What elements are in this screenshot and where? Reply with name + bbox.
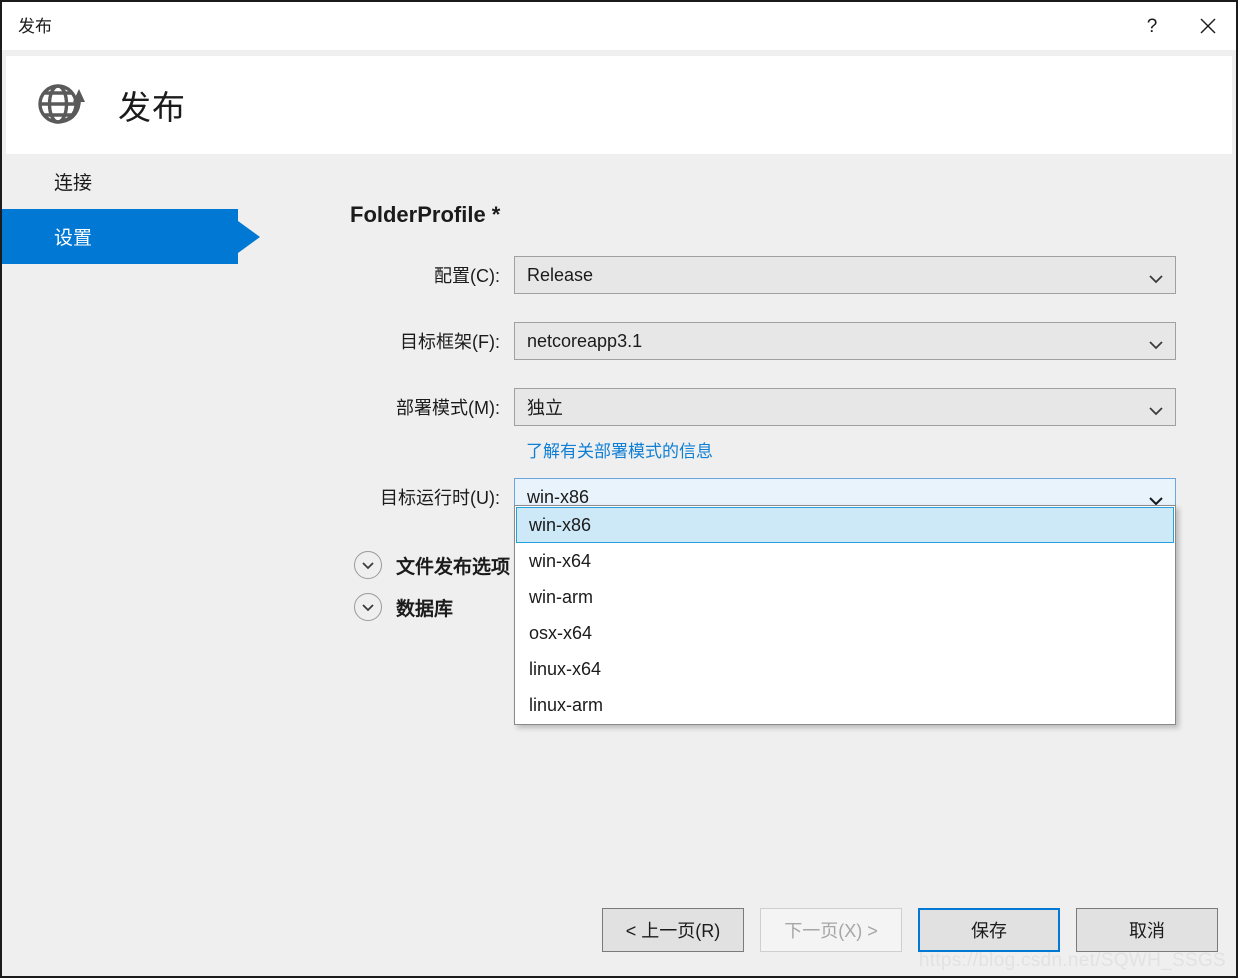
dialog-footer: < 上一页(R) 下一页(X) > 保存 取消 — [602, 908, 1218, 952]
page-title: 发布 — [118, 89, 186, 126]
chevron-down-icon — [1149, 337, 1163, 355]
watermark: https://blog.csdn.net/SQWH_SSGS — [918, 950, 1226, 971]
chevron-down-circle-icon — [354, 593, 382, 621]
database-label: 数据库 — [396, 598, 454, 620]
dropdown-option-linux-x64[interactable]: linux-x64 — [516, 651, 1174, 687]
sidebar-item-label: 设置 — [54, 228, 93, 249]
title-bar: 发布 ? — [2, 2, 1236, 50]
deployment-mode-link-row: 了解有关部署模式的信息 — [514, 436, 1236, 462]
deployment-mode-combobox[interactable]: 独立 — [514, 388, 1176, 426]
window-title: 发布 — [18, 16, 52, 36]
target-runtime-dropdown-list[interactable]: win-x86 win-x64 win-arm osx-x64 linux-x6… — [514, 505, 1176, 725]
dialog-body: 连接 设置 FolderProfile * 配置(C): Release 目标框… — [2, 154, 1236, 976]
profile-name: FolderProfile * — [350, 202, 501, 227]
target-framework-combobox[interactable]: netcoreapp3.1 — [514, 322, 1176, 360]
cancel-button[interactable]: 取消 — [1076, 908, 1218, 952]
dropdown-option-win-x64[interactable]: win-x64 — [516, 543, 1174, 579]
configuration-combobox[interactable]: Release — [514, 256, 1176, 294]
publish-globe-icon — [32, 76, 90, 134]
dropdown-option-linux-arm[interactable]: linux-arm — [516, 687, 1174, 723]
target-framework-row: 目标框架(F): netcoreapp3.1 — [350, 322, 1236, 360]
configuration-label: 配置(C): — [434, 266, 500, 286]
settings-panel: FolderProfile * 配置(C): Release 目标框架(F): — [350, 154, 1236, 725]
settings-form: 配置(C): Release 目标框架(F): netcoreapp3.1 部署… — [350, 256, 1236, 725]
sidebar-item-settings[interactable]: 设置 — [2, 209, 260, 264]
save-button[interactable]: 保存 — [918, 908, 1060, 952]
close-icon — [1199, 17, 1217, 35]
close-button[interactable] — [1180, 2, 1236, 50]
dropdown-option-win-arm[interactable]: win-arm — [516, 579, 1174, 615]
deployment-mode-label: 部署模式(M): — [396, 398, 500, 418]
chevron-down-icon — [1149, 271, 1163, 289]
chevron-down-icon — [1149, 403, 1163, 421]
deployment-mode-value: 独立 — [527, 398, 563, 418]
target-framework-value: netcoreapp3.1 — [527, 330, 643, 351]
publish-dialog: 发布 ? 发布 连接 设置 FolderProfile * 配置(C): Rel… — [0, 0, 1238, 978]
configuration-row: 配置(C): Release — [350, 256, 1236, 294]
sidebar-item-connection[interactable]: 连接 — [2, 154, 302, 209]
target-framework-label: 目标框架(F): — [400, 332, 500, 352]
target-runtime-label: 目标运行时(U): — [380, 488, 500, 508]
previous-button[interactable]: < 上一页(R) — [602, 908, 744, 952]
file-publish-options-label: 文件发布选项 — [396, 556, 511, 578]
chevron-down-circle-icon — [354, 551, 382, 579]
deployment-mode-row: 部署模式(M): 独立 — [350, 388, 1236, 426]
dialog-header: 发布 — [6, 56, 1232, 154]
configuration-value: Release — [527, 264, 594, 285]
deployment-mode-learn-more-link[interactable]: 了解有关部署模式的信息 — [526, 437, 713, 462]
help-button[interactable]: ? — [1124, 2, 1180, 50]
sidebar-item-label: 连接 — [54, 173, 93, 194]
dropdown-option-osx-x64[interactable]: osx-x64 — [516, 615, 1174, 651]
next-button: 下一页(X) > — [760, 908, 902, 952]
sidebar: 连接 设置 — [2, 154, 302, 264]
question-mark-icon: ? — [1146, 15, 1158, 37]
dropdown-option-win-x86[interactable]: win-x86 — [516, 507, 1174, 543]
selection-pointer-icon — [238, 220, 260, 253]
